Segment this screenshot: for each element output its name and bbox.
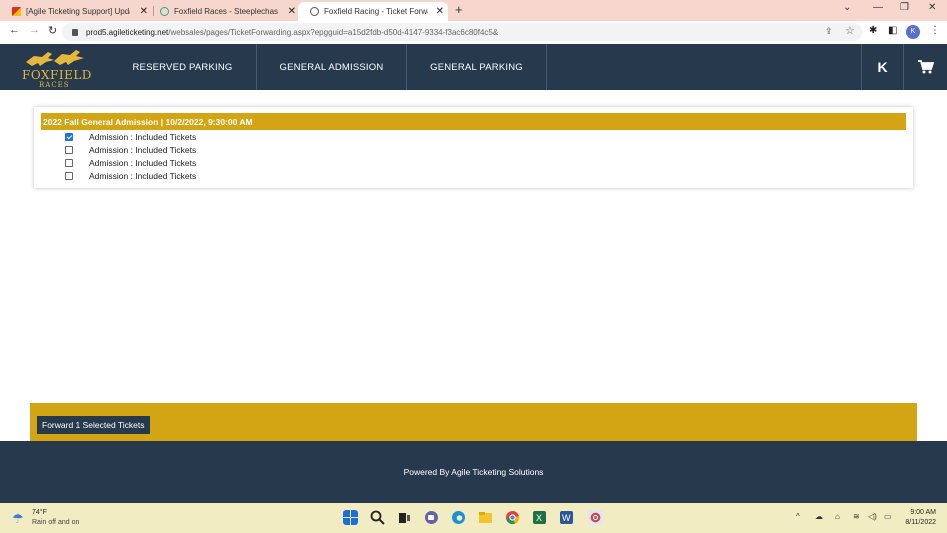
reload-icon[interactable]: ↻ [48,24,57,37]
shopping-cart-icon [918,60,934,74]
ticket-row: Admission : Included Tickets [65,143,196,156]
edge-icon[interactable] [451,510,466,525]
new-tab-button[interactable]: + [455,2,463,17]
menu-icon[interactable]: ⋮ [930,25,940,36]
gmail-icon [12,7,21,16]
ticket-label: Admission : Included Tickets [89,131,197,142]
globe-icon [160,7,169,16]
browser-tab-gmail[interactable]: [Agile Ticketing Support] Update ✕ [0,2,152,21]
close-icon[interactable]: ✕ [436,6,444,17]
chat-icon[interactable] [424,510,439,525]
svg-text:W: W [562,513,571,523]
ticket-label: Admission : Included Tickets [89,170,197,181]
url-host: prod5.agileticketing.net [86,27,169,37]
logo-subtext: RACES [39,81,70,89]
nav-reserved-parking[interactable]: RESERVED PARKING [109,44,257,90]
ticket-row: Admission : Included Tickets [65,130,196,143]
weather-temperature: 74°F [32,509,47,516]
chrome-profile-icon[interactable] [588,510,603,525]
nav-general-parking[interactable]: GENERAL PARKING [407,44,547,90]
logo-text: FOXFIELD [22,68,92,82]
address-bar[interactable]: prod5.agileticketing.net/websales/pages/… [62,23,862,41]
ticket-label: Admission : Included Tickets [89,157,197,168]
share-icon[interactable]: ⇪ [825,26,833,37]
windows-taskbar: ☂ 74°F Rain off and on X W ^ ☁ ⌂ ≋ ◁) ▭ … [0,503,947,533]
ticket-row: Admission : Included Tickets [65,169,196,182]
back-arrow-icon[interactable]: ← [9,24,20,36]
ticket-checkbox[interactable] [65,158,73,167]
star-icon[interactable]: ☆ [845,24,855,37]
url-path: /websales/pages/TicketForwarding.aspx?ep… [168,27,499,37]
ticket-checkbox[interactable] [65,132,73,141]
browser-toolbar: ← → ↻ prod5.agileticketing.net/websales/… [0,21,947,44]
close-icon[interactable]: ✕ [288,6,296,17]
forward-arrow-icon[interactable]: → [29,24,40,36]
search-icon[interactable] [370,510,385,525]
word-icon[interactable]: W [559,510,574,525]
clock-time[interactable]: 9:00 AM [902,509,936,516]
file-explorer-icon[interactable] [478,510,493,525]
ticket-checkbox[interactable] [65,171,73,180]
cart-button[interactable] [905,44,947,90]
sidebar-icon[interactable]: ◧ [888,25,897,36]
weather-rain-icon[interactable]: ☂ [12,511,24,527]
profile-avatar[interactable]: K [906,25,920,39]
cloud-icon[interactable]: ☁ [815,512,823,521]
lock-icon [72,28,78,36]
ticket-row: Admission : Included Tickets [65,156,196,169]
site-footer: Powered By Agile Ticketing Solutions [0,441,947,503]
browser-tab-strip: [Agile Ticketing Support] Update ✕ Foxfi… [0,0,947,21]
wifi-icon[interactable]: ≋ [853,512,860,521]
excel-icon[interactable]: X [532,510,547,525]
event-header: 2022 Fall General Admission | 10/2/2022,… [41,113,906,130]
weather-description: Rain off and on [32,519,80,526]
powered-by-text: Powered By Agile Ticketing Solutions [403,467,544,477]
restore-icon[interactable]: ❐ [900,2,909,13]
nav-general-admission[interactable]: GENERAL ADMISSION [257,44,407,90]
onedrive-icon[interactable]: ⌂ [835,512,840,521]
extensions-icon[interactable]: ✱ [869,25,877,36]
volume-icon[interactable]: ◁) [868,512,877,521]
forward-action-bar: Forward 1 Selected Tickets [30,403,917,441]
ticket-label: Admission : Included Tickets [89,144,197,155]
ticket-checkbox[interactable] [65,145,73,154]
svg-text:X: X [536,513,542,523]
site-logo[interactable]: FOXFIELD RACES [16,47,96,89]
horse-logo-icon [26,50,84,66]
tray-overflow-icon[interactable]: ^ [796,512,800,521]
close-icon[interactable]: ✕ [140,6,148,17]
chrome-icon[interactable] [505,510,520,525]
tab-search-icon[interactable]: ⌄ [843,2,851,13]
site-header: FOXFIELD RACES RESERVED PARKING GENERAL … [0,44,947,90]
window-close-icon[interactable]: ✕ [928,2,936,13]
tab-title: Foxfield Racing - Ticket Forwardi [324,7,428,16]
forward-tickets-button[interactable]: Forward 1 Selected Tickets [37,416,150,434]
browser-tab-ticket-forwarding[interactable]: Foxfield Racing - Ticket Forwardi ✕ [298,2,448,21]
ticket-forwarding-panel: 2022 Fall General Admission | 10/2/2022,… [34,107,913,188]
minimize-icon[interactable]: — [873,2,883,13]
battery-icon[interactable]: ▭ [884,512,892,521]
globe-icon [310,7,319,16]
tab-title: Foxfield Races - Steeplechase Ra [174,7,278,16]
clock-date[interactable]: 8/11/2022 [902,519,936,526]
browser-tab-foxfield-races[interactable]: Foxfield Races - Steeplechase Ra ✕ [148,2,300,21]
tab-title: [Agile Ticketing Support] Update [26,7,130,16]
user-account-button[interactable]: K [861,44,904,90]
task-view-icon[interactable] [397,510,412,525]
windows-start-icon[interactable] [343,510,358,525]
